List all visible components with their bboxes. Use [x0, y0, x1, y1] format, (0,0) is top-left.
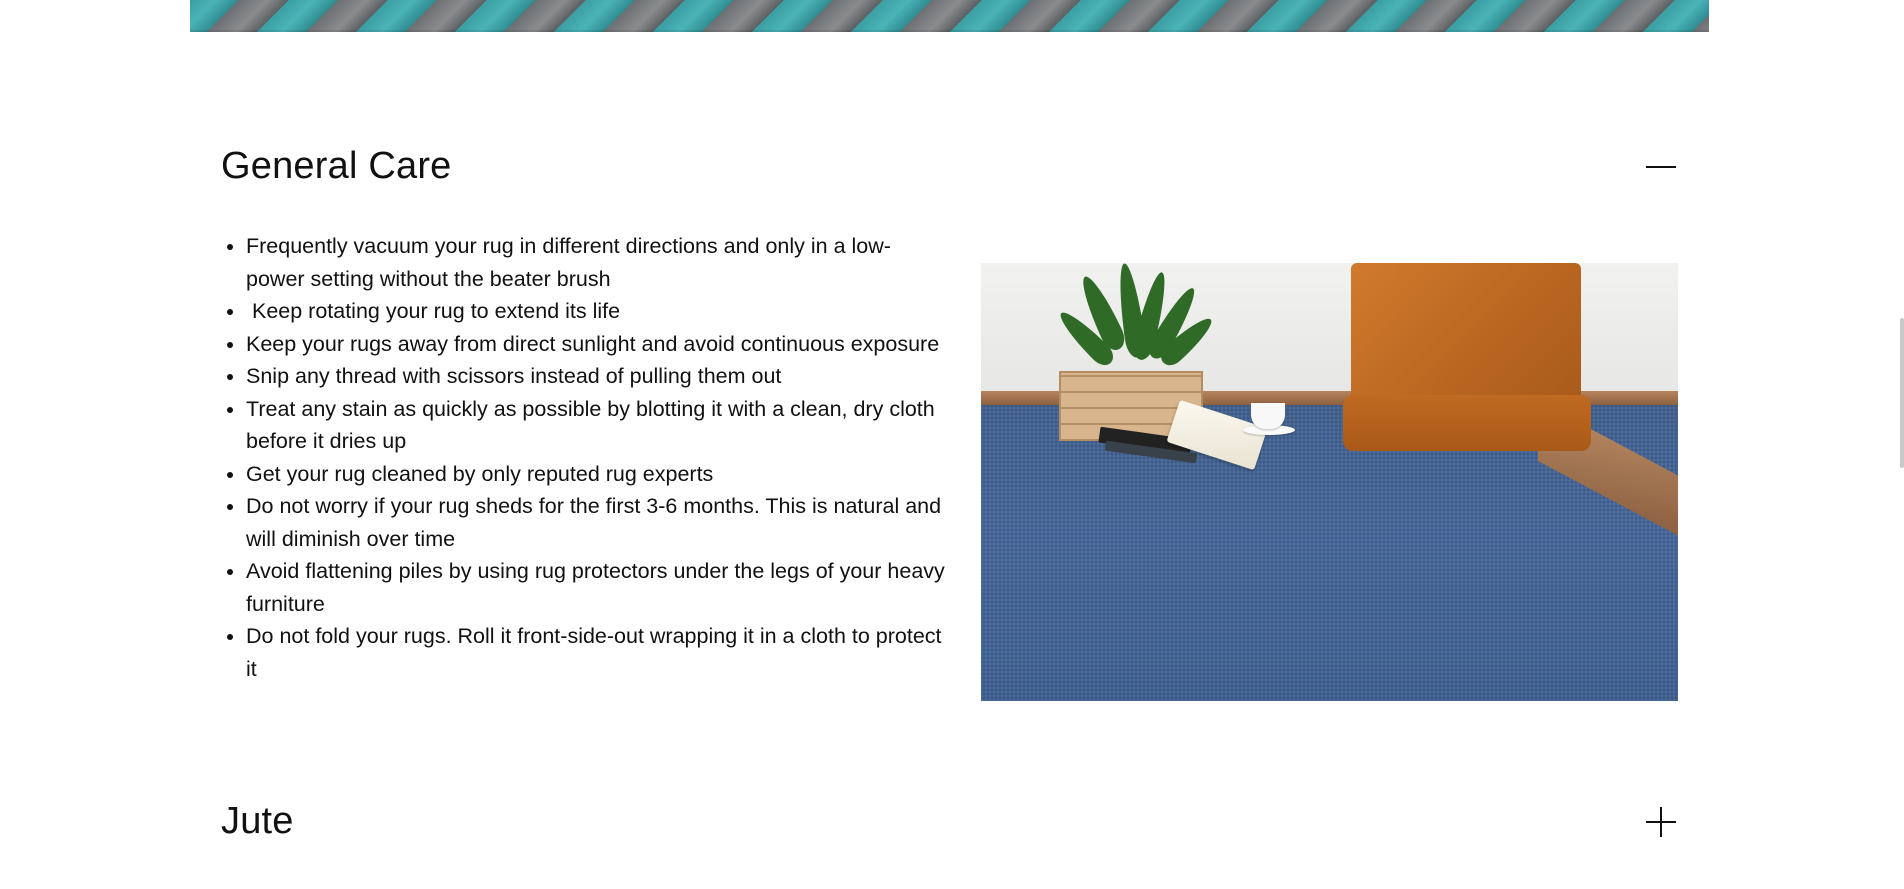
care-tip: Keep your rugs away from direct sunlight…	[246, 328, 946, 361]
care-tip: Frequently vacuum your rug in different …	[246, 230, 946, 295]
accordion-header-general-care[interactable]: General Care	[221, 145, 1678, 188]
hero-rug-image	[190, 0, 1709, 32]
general-care-title: General Care	[221, 145, 452, 187]
plus-icon[interactable]	[1644, 805, 1678, 839]
care-tip: Snip any thread with scissors instead of…	[246, 360, 946, 393]
care-tip: Treat any stain as quickly as possible b…	[246, 393, 946, 458]
scrollbar-thumb[interactable]	[1900, 318, 1904, 468]
rug-room-photo	[981, 263, 1678, 701]
care-tip: Avoid flattening piles by using rug prot…	[246, 555, 946, 620]
page-scrollbar[interactable]	[1898, 0, 1904, 889]
care-tip: Keep rotating your rug to extend its lif…	[246, 295, 946, 328]
jute-title: Jute	[221, 800, 294, 842]
care-tip: Do not worry if your rug sheds for the f…	[246, 490, 946, 555]
care-tip: Do not fold your rugs. Roll it front-sid…	[246, 620, 946, 685]
page: General Care Frequently vacuum your rug …	[0, 0, 1904, 889]
care-tip: Get your rug cleaned by only reputed rug…	[246, 458, 946, 491]
accordion-header-jute[interactable]: Jute	[221, 800, 1678, 843]
care-tips-list: Frequently vacuum your rug in different …	[221, 230, 946, 685]
minus-icon[interactable]	[1644, 150, 1678, 184]
